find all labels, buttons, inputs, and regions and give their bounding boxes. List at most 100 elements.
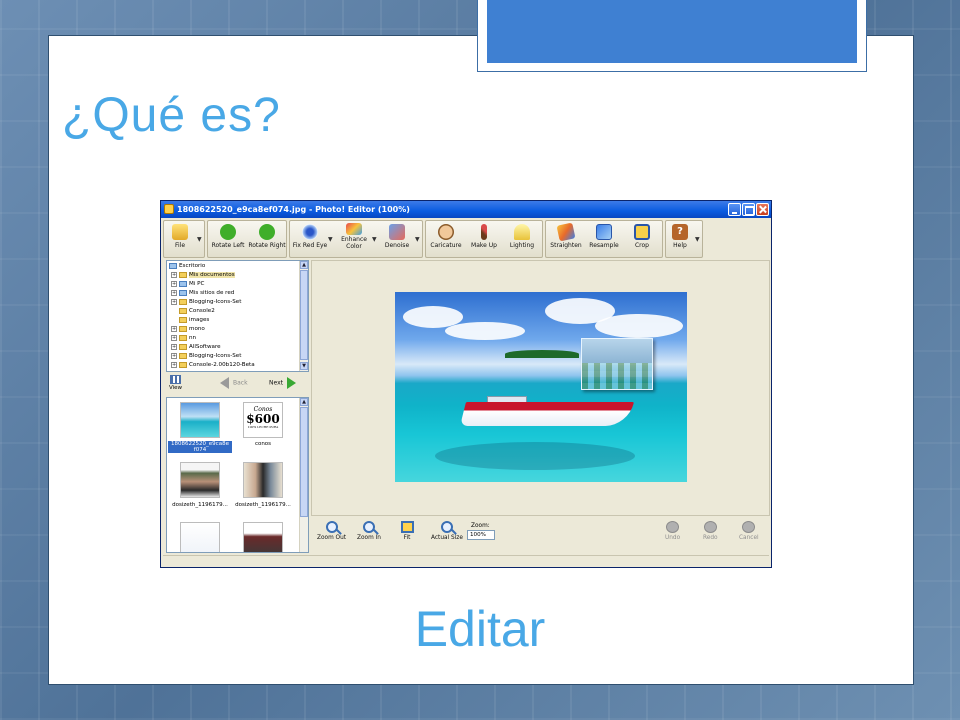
fit-icon	[400, 521, 414, 533]
tree-item[interactable]: + Blogging-Icons-Set	[171, 298, 241, 307]
tree-item[interactable]: + Mi PC	[171, 280, 204, 289]
expand-icon[interactable]: +	[171, 289, 177, 296]
photo-preview[interactable]	[395, 292, 687, 482]
zoom-overlay-box[interactable]	[581, 338, 653, 390]
crop-button[interactable]: Crop	[624, 221, 660, 259]
toolbar-group-enhance: Fix Red Eye ▼ Enhance Color ▼ Denoise ▼	[289, 220, 423, 258]
back-arrow-icon	[220, 377, 229, 389]
expand-icon[interactable]: +	[171, 325, 177, 332]
expand-icon[interactable]: +	[171, 280, 177, 287]
thumbnail-caption: dosizeth_1196179...	[172, 502, 228, 508]
bottom-toolbar: Zoom Out Zoom In Fit Actual Size Zoom: 1…	[311, 517, 770, 553]
minimize-button[interactable]	[728, 203, 741, 216]
folder-icon	[179, 316, 187, 323]
tree-item[interactable]: + AllSoftware	[171, 343, 221, 352]
tree-item-root[interactable]: Escritorio	[169, 262, 205, 271]
folder-icon	[179, 271, 187, 278]
expand-icon[interactable]: +	[171, 271, 177, 278]
expand-icon[interactable]: +	[171, 298, 177, 305]
cloud-shape	[445, 322, 525, 340]
maximize-button[interactable]	[742, 203, 755, 216]
tree-item[interactable]: + mono	[171, 325, 205, 334]
undo-button[interactable]: Undo	[665, 521, 680, 541]
close-button[interactable]	[756, 203, 769, 216]
folder-tree[interactable]: Escritorio + Mis documentos + Mi PC + Mis s…	[166, 260, 309, 372]
redo-button[interactable]: Redo	[703, 521, 718, 541]
straighten-button[interactable]: Straighten	[548, 221, 584, 259]
tree-item[interactable]: + nn	[171, 334, 196, 343]
lighting-button[interactable]: Lighting	[504, 221, 540, 259]
thumbnail-scroll-thumb[interactable]	[300, 407, 308, 517]
thumbnail-image[interactable]: Conos $600 100% LECHE PURA	[243, 402, 283, 438]
folder-icon	[179, 352, 187, 359]
view-button[interactable]: View	[167, 374, 195, 394]
help-button[interactable]: ? Help	[668, 221, 692, 259]
app-icon	[164, 204, 174, 214]
denoise-dropdown-arrow-icon[interactable]: ▼	[415, 236, 420, 243]
make-up-button[interactable]: Make Up	[466, 221, 502, 259]
island-shape	[505, 350, 579, 358]
rotate-left-button[interactable]: Rotate Left	[210, 221, 246, 259]
tree-item[interactable]: images	[179, 316, 209, 325]
actual-size-icon	[440, 521, 453, 533]
cancel-button[interactable]: Cancel	[739, 521, 759, 541]
scroll-up-arrow-icon[interactable]: ▲	[300, 398, 308, 406]
thumbnail-image[interactable]	[180, 462, 220, 498]
tree-scroll-thumb[interactable]	[300, 270, 308, 360]
window-titlebar[interactable]: 1808622520_e9ca8ef074.jpg - Photo! Edito…	[161, 201, 771, 218]
tree-item[interactable]: Console2	[179, 307, 215, 316]
enhance-color-dropdown-arrow-icon[interactable]: ▼	[372, 236, 377, 243]
thumbnail-image[interactable]	[243, 462, 283, 498]
fit-button[interactable]: Fit	[399, 521, 415, 541]
expand-icon[interactable]: +	[171, 361, 177, 368]
overlay-sky	[582, 339, 652, 363]
thumbnail-scrollbar[interactable]: ▲	[299, 398, 308, 552]
toolbar-group-help: ? Help ▼	[665, 220, 703, 258]
expand-icon[interactable]: +	[171, 343, 177, 350]
network-icon	[179, 289, 187, 296]
scroll-down-arrow-icon[interactable]: ▼	[300, 362, 308, 370]
zoom-out-button[interactable]: Zoom Out	[317, 521, 346, 541]
toolbar-group-rotate: Rotate Left Rotate Right	[207, 220, 287, 258]
thumbnail-image[interactable]	[180, 522, 220, 552]
file-dropdown-arrow-icon[interactable]: ▼	[197, 236, 202, 243]
thumbnail-image[interactable]	[243, 522, 283, 552]
next-button[interactable]: Next	[269, 377, 296, 389]
zoom-in-button[interactable]: Zoom In	[357, 521, 381, 541]
crop-icon	[634, 224, 650, 240]
computer-icon	[179, 280, 187, 287]
folder-icon	[179, 361, 187, 368]
back-button[interactable]: Back	[220, 377, 248, 389]
image-preview-area[interactable]	[311, 260, 770, 516]
thumbnail-pane[interactable]: 1808622520_e9ca8e f074 Conos $600 100% L…	[166, 397, 309, 553]
caricature-button[interactable]: Caricature	[428, 221, 464, 259]
expand-icon[interactable]: +	[171, 352, 177, 359]
enhance-color-button[interactable]: Enhance Color	[336, 221, 372, 259]
tree-item[interactable]: + Blogging-Icons-Set	[171, 352, 241, 361]
denoise-button[interactable]: Denoise	[380, 221, 414, 259]
expand-icon[interactable]: +	[171, 334, 177, 341]
resample-button[interactable]: Resample	[586, 221, 622, 259]
view-grid-icon	[170, 375, 181, 384]
rotate-left-icon	[220, 224, 236, 240]
fix-red-eye-dropdown-arrow-icon[interactable]: ▼	[328, 236, 333, 243]
fix-red-eye-button[interactable]: Fix Red Eye	[292, 221, 328, 259]
folder-icon	[179, 343, 187, 350]
actual-size-button[interactable]: Actual Size	[431, 521, 463, 541]
cancel-icon	[742, 521, 756, 533]
folder-open-icon	[172, 224, 188, 240]
tree-item[interactable]: + Console-2.00b120-Beta	[171, 361, 255, 370]
zoom-in-icon	[362, 521, 375, 533]
file-button[interactable]: File	[166, 221, 194, 259]
help-dropdown-arrow-icon[interactable]: ▼	[695, 236, 700, 243]
thumbnail-caption: 1808622520_e9ca8e f074	[168, 441, 232, 453]
redo-icon	[703, 521, 717, 533]
caricature-face-icon	[438, 224, 454, 240]
tree-item[interactable]: + Mis sitios de red	[171, 289, 234, 298]
tree-scrollbar[interactable]: ▲ ▼	[299, 261, 308, 371]
tree-item[interactable]: + Mis documentos	[171, 271, 235, 280]
rotate-right-button[interactable]: Rotate Right	[248, 221, 286, 259]
thumbnail-image[interactable]	[180, 402, 220, 438]
zoom-input[interactable]: 100%	[467, 530, 495, 540]
scroll-up-arrow-icon[interactable]: ▲	[300, 261, 308, 269]
